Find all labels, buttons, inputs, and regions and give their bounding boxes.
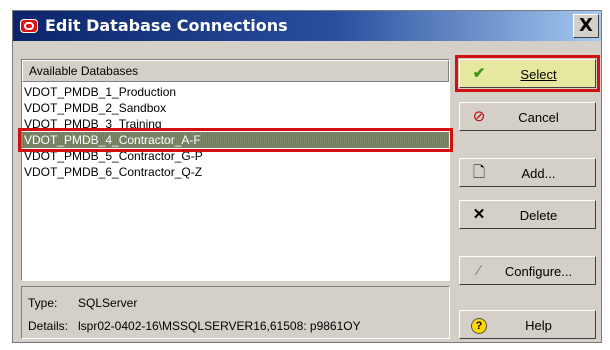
window-title: Edit Database Connections: [45, 16, 288, 35]
list-body: VDOT_PMDB_1_Production VDOT_PMDB_2_Sandb…: [18, 82, 453, 180]
database-list[interactable]: Available Databases VDOT_PMDB_1_Producti…: [18, 59, 453, 281]
list-item[interactable]: VDOT_PMDB_3_Training: [22, 116, 449, 132]
delete-button-label: Delete: [519, 208, 558, 223]
oracle-logo-icon: [20, 19, 38, 33]
title-bar[interactable]: Edit Database Connections X: [13, 11, 601, 41]
select-button[interactable]: ✔ Select: [455, 55, 600, 92]
details-panel: Type: SQLServer Details: lspr02-0402-16\MS…: [21, 286, 450, 339]
select-button-label: Select: [520, 67, 557, 82]
type-row: Type: SQLServer: [28, 296, 137, 310]
help-button-label: Help: [525, 318, 552, 333]
configure-button[interactable]: ⁄ Configure...: [459, 256, 596, 285]
delete-button[interactable]: ✕ Delete: [459, 200, 596, 229]
list-item[interactable]: VDOT_PMDB_2_Sandbox: [22, 100, 449, 116]
dialog-window: Edit Database Connections X Available Da…: [12, 10, 602, 343]
add-button-label: Add...: [521, 166, 556, 181]
close-button[interactable]: X: [573, 14, 599, 38]
list-item[interactable]: VDOT_PMDB_6_Contractor_Q-Z: [22, 164, 449, 180]
configure-button-label: Configure...: [504, 264, 573, 279]
type-label: Type:: [28, 296, 58, 310]
cancel-button[interactable]: ⊘ Cancel: [459, 102, 596, 131]
help-button[interactable]: ? Help: [459, 310, 596, 339]
list-item[interactable]: VDOT_PMDB_1_Production: [22, 84, 449, 100]
list-item-selected[interactable]: VDOT_PMDB_4_Contractor_A-F: [18, 128, 453, 152]
list-item[interactable]: VDOT_PMDB_5_Contractor_G-P: [22, 148, 449, 164]
details-value: lspr02-0402-16\MSSQLSERVER16,61508: p986…: [78, 319, 361, 333]
add-button[interactable]: 🗋 Add...: [459, 158, 596, 187]
details-label: Details:: [28, 319, 69, 333]
cancel-button-label: Cancel: [518, 110, 559, 125]
type-value: SQLServer: [78, 296, 138, 310]
details-row: Details: lspr02-0402-16\MSSQLSERVER16,615…: [28, 319, 361, 333]
list-header: Available Databases: [22, 60, 449, 82]
